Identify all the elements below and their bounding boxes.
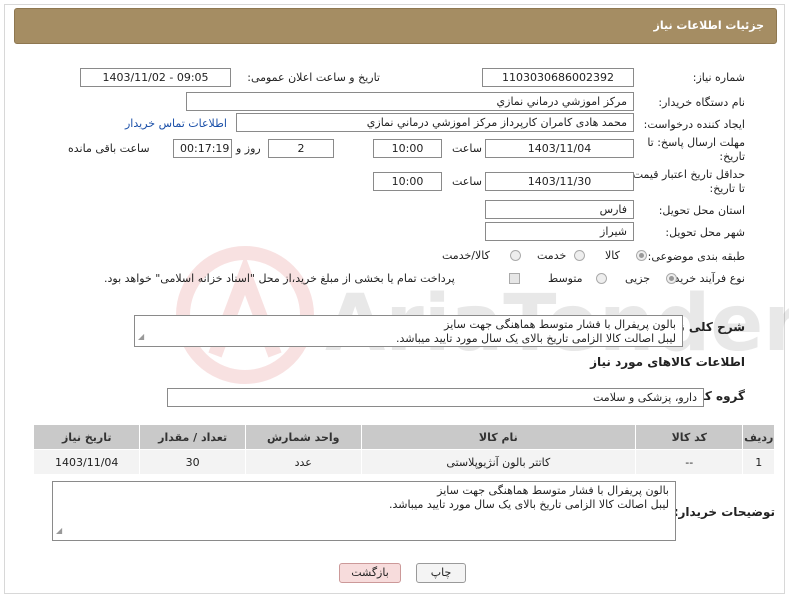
buyer-org-field[interactable]: مرکز اموزشي درماني نمازي [186, 92, 634, 111]
print-button[interactable]: چاپ [416, 563, 466, 583]
payment-note: پرداخت تمام یا بخشی از مبلغ خرید،از محل … [104, 272, 455, 285]
province-label: استان محل تحویل: [658, 204, 745, 217]
cell-unit: عدد [244, 449, 362, 475]
remaining-time-field[interactable]: 00:17:19 [173, 139, 232, 158]
panel-header: جزئیات اطلاعات نیاز [14, 8, 777, 44]
col-need-date: تاریخ نیاز [32, 424, 141, 450]
validity-time-field[interactable]: 10:00 [373, 172, 442, 191]
days-label: روز و [236, 142, 261, 155]
cell-need-date: 1403/11/04 [32, 449, 141, 475]
process-radio-medium[interactable] [596, 273, 607, 284]
goods-table: ردیف کد کالا نام کالا واحد شمارش تعداد /… [32, 424, 775, 475]
validity-time-label: ساعت [452, 175, 482, 188]
category-option-service: خدمت [537, 249, 567, 262]
process-option-medium: متوسط [548, 272, 583, 285]
announce-field[interactable]: 1403/11/02 - 09:05 [80, 68, 231, 87]
deadline-date-field[interactable]: 1403/11/04 [485, 139, 634, 158]
back-button[interactable]: بازگشت [339, 563, 401, 583]
col-quantity: تعداد / مقدار [139, 424, 246, 450]
buyer-notes-line-2: لیبل اصالت کالا الزامی تاریخ بالای یک سا… [388, 498, 669, 511]
process-option-minor: جزیی [625, 272, 651, 285]
summary-line-2: لیبل اصالت کالا الزامی تاریخ بالای یک سا… [395, 332, 676, 345]
col-row: ردیف [742, 424, 775, 450]
resize-handle-icon[interactable]: ◢ [138, 330, 144, 344]
goods-group-field[interactable]: دارو، پزشکی و سلامت [167, 388, 704, 407]
deadline-time-label: ساعت [452, 142, 482, 155]
deadline-time-field[interactable]: 10:00 [373, 139, 442, 158]
table-row[interactable]: 1 -- کاتتر بالون آنژیوپلاستی عدد 30 1403… [32, 449, 775, 475]
min-validity-label: حداقل تاریخ اعتبار قیمت: تا تاریخ: [629, 168, 745, 195]
summary-textarea[interactable]: بالون پریفرال با فشار متوسط هماهنگی جهت … [134, 315, 683, 347]
col-code: کد کالا [635, 424, 744, 450]
creator-label: ایجاد کننده درخواست: [643, 118, 745, 131]
category-label: طبقه بندی موضوعی: [647, 250, 745, 263]
validity-date-field[interactable]: 1403/11/30 [485, 172, 634, 191]
city-label: شهر محل تحویل: [665, 226, 745, 239]
category-radio-goods[interactable] [636, 250, 647, 261]
summary-line-1: بالون پریفرال با فشار متوسط هماهنگی جهت … [444, 318, 676, 331]
province-field[interactable]: فارس [485, 200, 634, 219]
col-unit: واحد شمارش [244, 424, 362, 450]
deadline-label: مهلت ارسال پاسخ: تا تاریخ: [647, 136, 745, 163]
cell-quantity: 30 [139, 449, 246, 475]
panel-title: جزئیات اطلاعات نیاز [653, 19, 765, 32]
process-label: نوع فرآیند خرید : [667, 272, 745, 285]
buyer-org-label: نام دستگاه خریدار: [658, 96, 745, 109]
need-number-field[interactable]: 1103030686002392 [482, 68, 634, 87]
category-radio-goods-service[interactable] [510, 250, 521, 261]
buyer-notes-textarea[interactable]: بالون پریفرال با فشار متوسط هماهنگی جهت … [52, 481, 676, 541]
days-field[interactable]: 2 [268, 139, 334, 158]
buyer-notes-line-1: بالون پریفرال با فشار متوسط هماهنگی جهت … [437, 484, 669, 497]
treasury-checkbox[interactable] [509, 273, 520, 284]
category-option-goods-service: کالا/خدمت [442, 249, 490, 262]
need-number-label: شماره نیاز: [692, 71, 745, 84]
remaining-label: ساعت باقی مانده [68, 142, 150, 155]
cell-name: کاتتر بالون آنژیوپلاستی [360, 449, 637, 475]
goods-section-title: اطلاعات کالاهای مورد نیاز [590, 355, 745, 369]
buyer-contact-link[interactable]: اطلاعات تماس خریدار [125, 117, 227, 130]
buyer-notes-label: توضیحات خریدار: [673, 505, 775, 519]
category-radio-service[interactable] [574, 250, 585, 261]
creator-field[interactable]: محمد هادی کامران کارپرداز مرکز اموزشي در… [236, 113, 634, 132]
cell-code: -- [635, 449, 744, 475]
city-field[interactable]: شیراز [485, 222, 634, 241]
resize-handle-icon[interactable]: ◢ [56, 524, 62, 538]
announce-label: تاریخ و ساعت اعلان عمومی: [247, 71, 380, 84]
category-option-goods: کالا [605, 249, 620, 262]
process-radio-minor[interactable] [666, 273, 677, 284]
cell-row: 1 [742, 449, 775, 475]
goods-table-header: ردیف کد کالا نام کالا واحد شمارش تعداد /… [32, 424, 775, 450]
col-name: نام کالا [360, 424, 637, 450]
